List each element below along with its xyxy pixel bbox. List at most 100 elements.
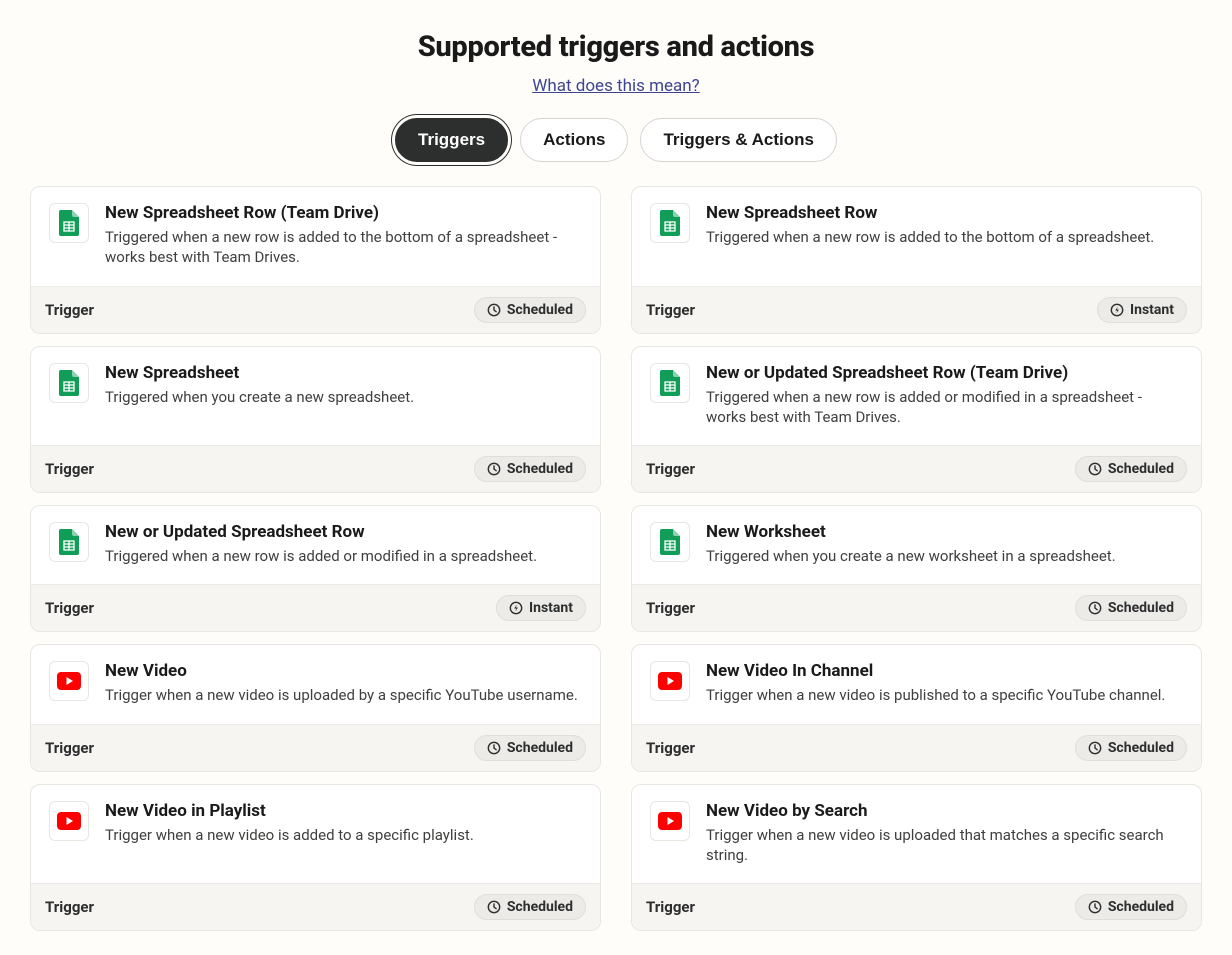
card-footer: Trigger Scheduled: [31, 724, 600, 771]
badge-label: Scheduled: [507, 461, 573, 477]
card-title: New or Updated Spreadsheet Row: [105, 522, 537, 542]
clock-icon: [1088, 900, 1102, 914]
card-body: New Spreadsheet Row (Team Drive)Triggere…: [31, 187, 600, 286]
trigger-card[interactable]: New VideoTrigger when a new video is upl…: [30, 644, 601, 771]
app-icon-box: [49, 203, 89, 243]
trigger-type-label: Trigger: [45, 301, 94, 319]
card-text: New Spreadsheet Row (Team Drive)Triggere…: [105, 203, 582, 268]
card-text: New Worksheet Triggered when you create a…: [706, 522, 1116, 566]
card-text: New or Updated Spreadsheet RowTriggered …: [105, 522, 537, 566]
clock-icon: [487, 900, 501, 914]
google-sheets-icon: [59, 529, 79, 555]
app-icon-box: [650, 203, 690, 243]
card-description: Triggered when you create a new workshee…: [706, 546, 1116, 566]
trigger-card[interactable]: New Spreadsheet Row (Team Drive)Triggere…: [30, 186, 601, 334]
card-footer: Trigger Scheduled: [632, 883, 1201, 930]
card-grid: New Spreadsheet Row (Team Drive)Triggere…: [30, 186, 1202, 931]
tab-triggers-and-actions[interactable]: Triggers & Actions: [640, 118, 837, 162]
trigger-type-label: Trigger: [45, 460, 94, 478]
trigger-type-label: Trigger: [646, 898, 695, 916]
card-text: New Spreadsheet Row Triggered when a new …: [706, 203, 1154, 247]
card-description: Triggered when a new row is added to the…: [105, 227, 582, 268]
card-text: New Video in Playlist Trigger when a new …: [105, 801, 474, 845]
trigger-card[interactable]: New Video in Playlist Trigger when a new …: [30, 784, 601, 932]
card-footer: Trigger Scheduled: [632, 445, 1201, 492]
card-title: New Video by Search: [706, 801, 1183, 821]
trigger-type-label: Trigger: [45, 898, 94, 916]
trigger-type-label: Trigger: [45, 599, 94, 617]
badge-label: Scheduled: [507, 899, 573, 915]
card-title: New Video In Channel: [706, 661, 1165, 681]
youtube-icon: [57, 812, 81, 830]
badge-label: Scheduled: [507, 740, 573, 756]
scheduled-badge: Scheduled: [1075, 595, 1187, 621]
card-title: New Video in Playlist: [105, 801, 474, 821]
tab-bar: Triggers Actions Triggers & Actions: [24, 118, 1208, 162]
trigger-card[interactable]: New or Updated Spreadsheet RowTriggered …: [30, 505, 601, 632]
badge-label: Scheduled: [1108, 461, 1174, 477]
card-title: New Video: [105, 661, 578, 681]
google-sheets-icon: [59, 210, 79, 236]
app-icon-box: [49, 661, 89, 701]
app-icon-box: [650, 363, 690, 403]
card-description: Triggered when you create a new spreadsh…: [105, 387, 414, 407]
clock-icon: [487, 741, 501, 755]
card-description: Trigger when a new video is added to a s…: [105, 825, 474, 845]
tab-actions[interactable]: Actions: [520, 118, 628, 162]
youtube-icon: [658, 812, 682, 830]
card-description: Triggered when a new row is added to the…: [706, 227, 1154, 247]
card-body: New Video by SearchTrigger when a new vi…: [632, 785, 1201, 884]
trigger-type-label: Trigger: [646, 301, 695, 319]
clock-icon: [487, 462, 501, 476]
card-text: New or Updated Spreadsheet Row (Team Dri…: [706, 363, 1183, 428]
card-footer: Trigger Scheduled: [632, 584, 1201, 631]
trigger-type-label: Trigger: [646, 460, 695, 478]
google-sheets-icon: [59, 370, 79, 396]
app-icon-box: [49, 363, 89, 403]
badge-label: Instant: [529, 600, 573, 616]
card-body: New Video in Playlist Trigger when a new …: [31, 785, 600, 863]
card-text: New SpreadsheetTriggered when you create…: [105, 363, 414, 407]
instant-badge: Instant: [496, 595, 586, 621]
app-icon-box: [49, 522, 89, 562]
badge-label: Scheduled: [1108, 600, 1174, 616]
card-text: New Video In ChannelTrigger when a new v…: [706, 661, 1165, 705]
card-footer: Trigger Scheduled: [31, 883, 600, 930]
card-body: New VideoTrigger when a new video is upl…: [31, 645, 600, 723]
trigger-type-label: Trigger: [646, 599, 695, 617]
clock-icon: [1088, 601, 1102, 615]
badge-label: Scheduled: [1108, 740, 1174, 756]
clock-icon: [487, 303, 501, 317]
trigger-card[interactable]: New or Updated Spreadsheet Row (Team Dri…: [631, 346, 1202, 494]
bolt-icon: [509, 601, 523, 615]
card-footer: Trigger Scheduled: [632, 724, 1201, 771]
clock-icon: [1088, 741, 1102, 755]
clock-icon: [1088, 462, 1102, 476]
card-footer: Trigger Scheduled: [31, 445, 600, 492]
what-does-this-mean-link[interactable]: What does this mean?: [532, 76, 699, 96]
card-footer: Trigger Instant: [632, 286, 1201, 333]
app-icon-box: [49, 801, 89, 841]
badge-label: Scheduled: [507, 302, 573, 318]
trigger-card[interactable]: New Spreadsheet Row Triggered when a new …: [631, 186, 1202, 334]
badge-label: Scheduled: [1108, 899, 1174, 915]
tab-triggers[interactable]: Triggers: [395, 118, 508, 162]
page-header: Supported triggers and actions What does…: [24, 30, 1208, 96]
google-sheets-icon: [660, 370, 680, 396]
trigger-card[interactable]: New Video In ChannelTrigger when a new v…: [631, 644, 1202, 771]
google-sheets-icon: [660, 529, 680, 555]
scheduled-badge: Scheduled: [474, 297, 586, 323]
youtube-icon: [57, 672, 81, 690]
card-title: New Worksheet: [706, 522, 1116, 542]
trigger-card[interactable]: New Worksheet Triggered when you create a…: [631, 505, 1202, 632]
scheduled-badge: Scheduled: [1075, 456, 1187, 482]
card-body: New Worksheet Triggered when you create a…: [632, 506, 1201, 584]
card-text: New Video by SearchTrigger when a new vi…: [706, 801, 1183, 866]
card-body: New or Updated Spreadsheet Row (Team Dri…: [632, 347, 1201, 446]
trigger-type-label: Trigger: [646, 739, 695, 757]
trigger-card[interactable]: New SpreadsheetTriggered when you create…: [30, 346, 601, 494]
card-text: New VideoTrigger when a new video is upl…: [105, 661, 578, 705]
card-title: New Spreadsheet Row: [706, 203, 1154, 223]
scheduled-badge: Scheduled: [1075, 894, 1187, 920]
trigger-card[interactable]: New Video by SearchTrigger when a new vi…: [631, 784, 1202, 932]
